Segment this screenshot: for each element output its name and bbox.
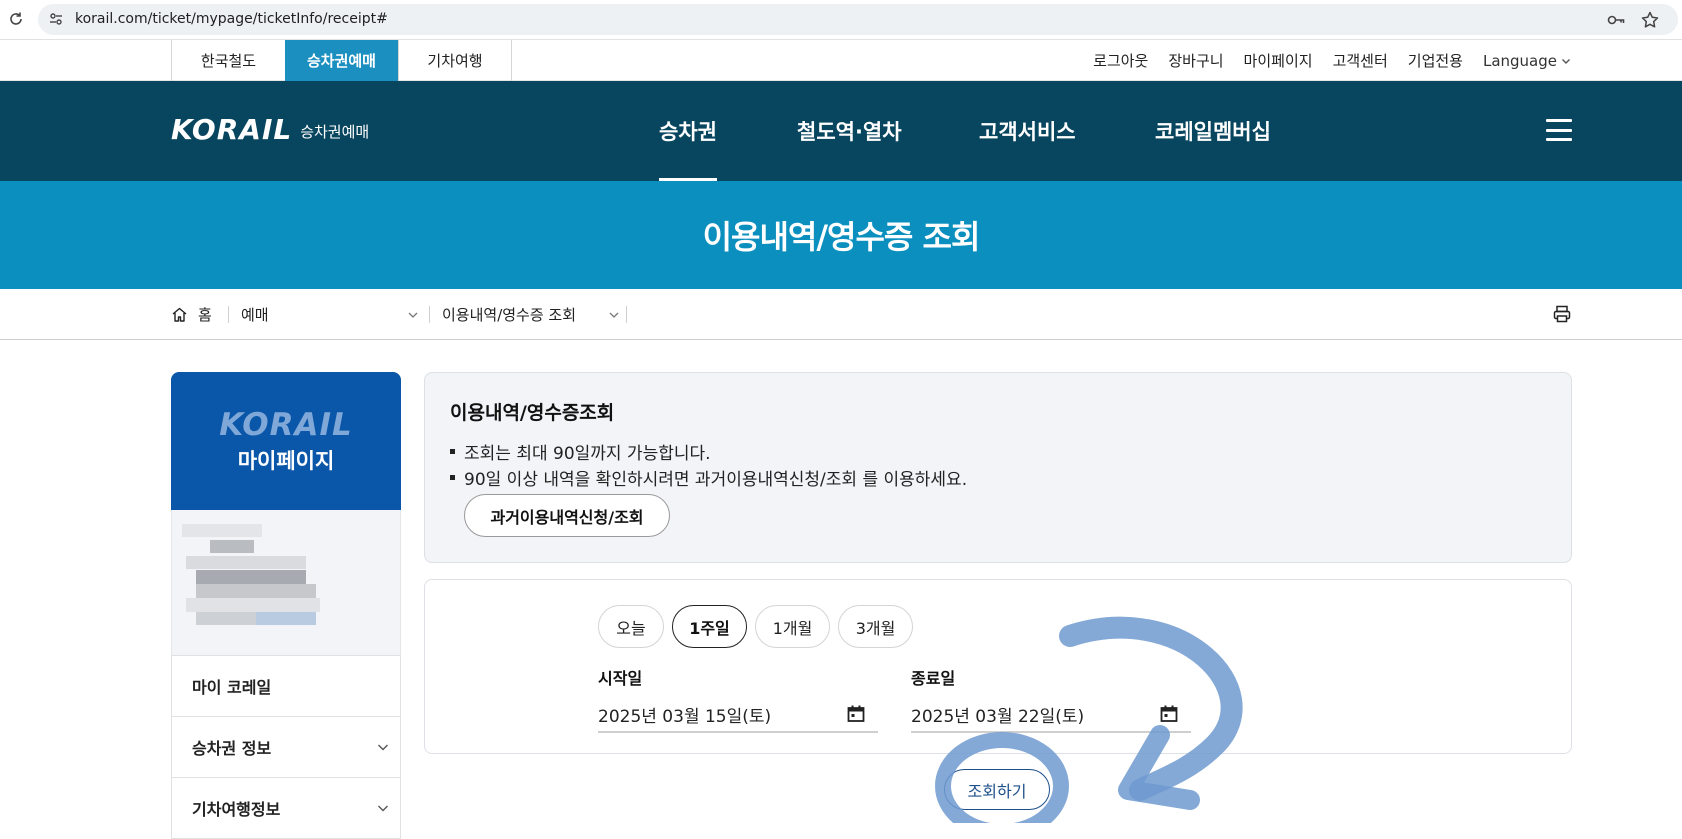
- calendar-icon[interactable]: [1159, 704, 1179, 724]
- site-info-icon[interactable]: [46, 9, 66, 29]
- period-3months-button[interactable]: 3개월: [838, 605, 913, 648]
- chevron-down-icon: [1562, 58, 1570, 64]
- nav-item-tickets[interactable]: 승차권: [659, 81, 797, 181]
- logo-wordmark: KORAIL: [171, 113, 293, 146]
- site-tabs: 한국철도 승차권예매 기차여행: [171, 40, 512, 81]
- sidebar-item-ticket-info[interactable]: 승차권 정보: [172, 716, 400, 777]
- info-panel: 이용내역/영수증조회 조회는 최대 90일까지 가능합니다. 90일 이상 내역…: [424, 372, 1572, 563]
- sidebar-logo: KORAIL: [219, 407, 353, 443]
- info-title: 이용내역/영수증조회: [450, 402, 615, 424]
- cart-link[interactable]: 장바구니: [1168, 50, 1223, 71]
- period-today-button[interactable]: 오늘: [598, 605, 664, 648]
- sidebar-header-card: KORAIL 마이페이지: [171, 372, 401, 510]
- main-navigation: KORAIL 승차권예매 승차권 철도역·열차 고객서비스 코레일멤버십: [0, 81, 1682, 181]
- sidebar-item-label: 기차여행정보: [192, 800, 281, 819]
- start-date-label: 시작일: [598, 669, 643, 688]
- info-note: 90일 이상 내역을 확인하시려면 과거이용내역신청/조회 를 이용하세요.: [450, 465, 967, 490]
- chevron-down-icon: [378, 744, 388, 751]
- sidebar-menu: 마이 코레일 승차권 정보 기차여행정보: [171, 655, 401, 839]
- url-text[interactable]: korail.com/ticket/mypage/ticketInfo/rece…: [75, 11, 388, 27]
- bullet-icon: [450, 449, 455, 454]
- mypage-link[interactable]: 마이페이지: [1244, 50, 1313, 71]
- language-label: Language: [1482, 51, 1557, 70]
- info-note-text: 90일 이상 내역을 확인하시려면 과거이용내역신청/조회 를 이용하세요.: [464, 470, 968, 490]
- breadcrumb-home[interactable]: 홈: [171, 304, 212, 325]
- search-submit-button[interactable]: 조회하기: [944, 769, 1050, 810]
- breadcrumb-divider: [626, 306, 627, 323]
- user-profile-blurred: [171, 510, 401, 655]
- mypage-sidebar: KORAIL 마이페이지 마이 코레일 승차권 정보 기차여행정보: [171, 372, 401, 839]
- tab-korail[interactable]: 한국철도: [171, 40, 285, 81]
- star-icon[interactable]: [1640, 10, 1660, 30]
- past-history-request-button[interactable]: 과거이용내역신청/조회: [464, 494, 670, 537]
- end-date-input[interactable]: 2025년 03월 22일(토): [911, 697, 1191, 733]
- customer-center-link[interactable]: 고객센터: [1333, 50, 1388, 71]
- language-select[interactable]: Language: [1483, 52, 1571, 70]
- chevron-down-icon: [609, 312, 619, 318]
- utility-bar: 한국철도 승차권예매 기차여행 로그아웃 장바구니 마이페이지 고객센터 기업전…: [0, 40, 1682, 81]
- hamburger-menu-icon[interactable]: [1546, 119, 1572, 141]
- breadcrumb-home-label: 홈: [198, 306, 212, 324]
- korail-logo[interactable]: KORAIL 승차권예매: [171, 113, 369, 146]
- logout-link[interactable]: 로그아웃: [1093, 50, 1148, 71]
- sidebar-title: 마이페이지: [237, 449, 335, 473]
- utility-links: 로그아웃 장바구니 마이페이지 고객센터 기업전용 Language: [1093, 40, 1571, 81]
- start-date-input[interactable]: 2025년 03월 15일(토): [598, 697, 878, 733]
- breadcrumb-divider: [429, 306, 430, 323]
- sidebar-item-train-travel-info[interactable]: 기차여행정보: [172, 777, 400, 838]
- tab-ticket-booking[interactable]: 승차권예매: [285, 40, 398, 81]
- tab-train-travel[interactable]: 기차여행: [398, 40, 512, 81]
- address-bar[interactable]: korail.com/ticket/mypage/ticketInfo/rece…: [38, 4, 1678, 35]
- sidebar-item-label: 승차권 정보: [192, 739, 272, 758]
- page-title: 이용내역/영수증 조회: [702, 218, 981, 256]
- end-date-value: 2025년 03월 22일(토): [911, 706, 1085, 727]
- print-icon[interactable]: [1552, 304, 1572, 324]
- chevron-down-icon: [408, 312, 418, 318]
- start-date-field: 시작일 2025년 03월 15일(토): [598, 665, 878, 733]
- key-icon[interactable]: [1606, 10, 1626, 30]
- home-icon: [172, 307, 187, 322]
- start-date-value: 2025년 03월 15일(토): [598, 706, 772, 727]
- period-selector: 오늘 1주일 1개월 3개월: [598, 605, 913, 648]
- search-panel: 오늘 1주일 1개월 3개월 시작일 2025년 03월 15일(토) 종료일 …: [424, 579, 1572, 754]
- end-date-label: 종료일: [911, 669, 956, 688]
- breadcrumb-dropdown-level1[interactable]: 예매: [241, 304, 419, 325]
- breadcrumb-dropdown-level2[interactable]: 이용내역/영수증 조회: [442, 304, 620, 325]
- nav-item-membership[interactable]: 코레일멤버십: [1155, 81, 1295, 181]
- corporate-link[interactable]: 기업전용: [1408, 50, 1463, 71]
- browser-toolbar: korail.com/ticket/mypage/ticketInfo/rece…: [0, 0, 1682, 40]
- breadcrumb: 홈 예매 이용내역/영수증 조회: [0, 289, 1682, 340]
- period-1week-button[interactable]: 1주일: [672, 605, 747, 648]
- info-note: 조회는 최대 90일까지 가능합니다.: [450, 439, 711, 464]
- nav-menu: 승차권 철도역·열차 고객서비스 코레일멤버십: [659, 81, 1295, 181]
- calendar-icon[interactable]: [846, 704, 866, 724]
- breadcrumb-level2-label: 이용내역/영수증 조회: [442, 306, 577, 324]
- breadcrumb-divider: [228, 306, 229, 323]
- nav-item-customer-service[interactable]: 고객서비스: [979, 81, 1155, 181]
- sidebar-item-label: 마이 코레일: [192, 678, 272, 697]
- end-date-field: 종료일 2025년 03월 22일(토): [911, 665, 1191, 733]
- reload-icon[interactable]: [4, 7, 28, 31]
- nav-item-stations-trains[interactable]: 철도역·열차: [797, 81, 979, 181]
- period-1month-button[interactable]: 1개월: [755, 605, 830, 648]
- page-banner: 이용내역/영수증 조회: [0, 181, 1682, 289]
- sidebar-item-my-korail[interactable]: 마이 코레일: [172, 655, 400, 716]
- bullet-icon: [450, 475, 455, 480]
- info-note-text: 조회는 최대 90일까지 가능합니다.: [464, 444, 711, 464]
- breadcrumb-level1-label: 예매: [241, 306, 269, 324]
- logo-subtitle: 승차권예매: [300, 123, 370, 141]
- chevron-down-icon: [378, 805, 388, 812]
